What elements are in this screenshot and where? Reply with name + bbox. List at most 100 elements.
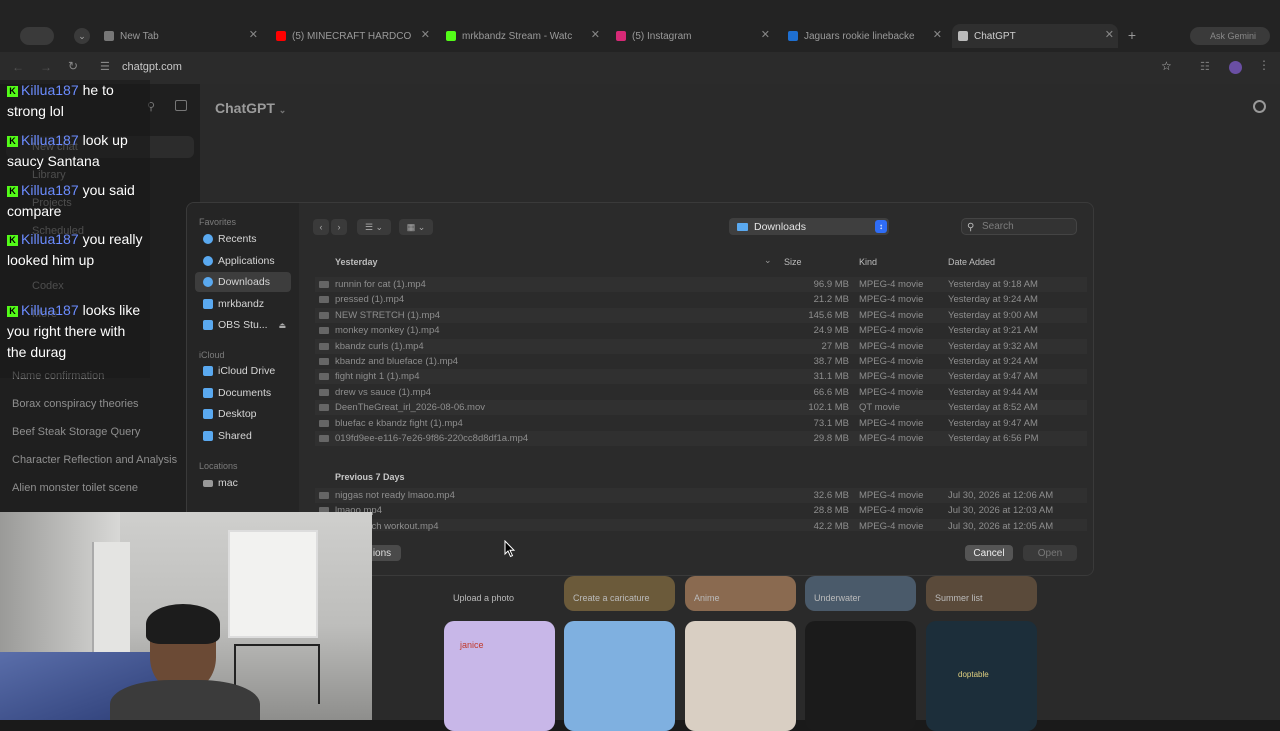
example-image-tile[interactable] (685, 621, 796, 731)
file-row[interactable]: monkey monkey (1).mp4 24.9 MB MPEG-4 movie… (315, 323, 1087, 338)
file-row[interactable]: bluefac e kbandz fight (1).mp4 73.1 MB MPE… (315, 416, 1087, 431)
chat-username[interactable]: Killua187 (21, 231, 79, 247)
tile-label[interactable]: Upload a photo (453, 593, 514, 603)
column-header-size[interactable]: Size (784, 257, 802, 267)
file-name: 019fd9ee-e116-7e26-9f86-220cc8d8df1a.mp4 (335, 433, 529, 444)
browser-tab[interactable]: ChatGPT ✕ (952, 24, 1118, 48)
chat-message: K Killua187 he to strong lol (7, 80, 147, 122)
forward-button[interactable]: › (331, 219, 347, 235)
grid-view-button[interactable]: ▦ ⌄ (399, 219, 433, 235)
sort-chevron-icon: ⌄ (764, 255, 772, 265)
column-header-kind[interactable]: Kind (859, 257, 877, 267)
tab-close-icon[interactable]: ✕ (591, 28, 600, 41)
bookmark-star-icon[interactable]: ☆ (1161, 59, 1172, 73)
url-field[interactable]: chatgpt.com (122, 61, 182, 73)
documents-icon (203, 387, 213, 398)
tile-label[interactable]: Create a caricature (573, 593, 650, 603)
tab-close-icon[interactable]: ✕ (421, 28, 430, 41)
sidebar-icloud-item[interactable]: Desktop (195, 404, 291, 424)
column-header-date[interactable]: Date Added (948, 257, 995, 267)
eject-icon[interactable]: ⏏ (279, 321, 287, 330)
tile-label[interactable]: Anime (694, 593, 720, 603)
sidebar-favorite-item[interactable]: mrkbandz (195, 294, 291, 314)
sidebar-favorite-item[interactable]: Applications (195, 251, 291, 271)
file-date: Yesterday at 9:32 AM (948, 340, 1038, 352)
tab-close-icon[interactable]: ✕ (1105, 28, 1114, 41)
sidebar-favorite-label: mrkbandz (218, 297, 265, 310)
file-size: 31.1 MB (813, 371, 849, 383)
sidebar-icloud-item[interactable]: Documents (195, 383, 291, 403)
chat-username[interactable]: Killua187 (21, 132, 79, 148)
back-button[interactable]: ‹ (313, 219, 329, 235)
cancel-button[interactable]: Cancel (965, 545, 1013, 561)
file-row[interactable]: DeenTheGreat_irl_2026-08-06.mov 102.1 MB Q… (315, 400, 1087, 416)
example-image-tile[interactable] (444, 621, 555, 731)
temporary-chat-icon[interactable] (1253, 100, 1266, 113)
browser-tab[interactable]: (5) MINECRAFT HARDCO ✕ (270, 24, 434, 48)
example-image-tile[interactable] (805, 621, 916, 731)
extensions-icon[interactable]: ☷ (1200, 60, 1210, 73)
file-row[interactable]: 019fd9ee-e116-7e26-9f86-220cc8d8df1a.mp4… (315, 431, 1087, 446)
open-button[interactable]: Open (1023, 545, 1077, 561)
page-title[interactable]: ChatGPT ⌄ (215, 100, 286, 116)
file-row[interactable]: kbandz curls (1).mp4 27 MB MPEG-4 movie Yes… (315, 338, 1087, 354)
file-row[interactable]: lmaoo.mp4 28.8 MB MPEG-4 movie Jul 30, 2026… (315, 503, 1087, 518)
back-arrow-icon[interactable]: ← (12, 60, 24, 74)
sidebar-item[interactable]: Alien monster toilet scene (12, 482, 138, 494)
chevron-down-icon: ⌄ (278, 105, 287, 115)
file-size: 73.1 MB (813, 417, 849, 429)
browser-tab[interactable]: (5) Instagram ✕ (610, 24, 774, 48)
file-row[interactable]: pressed (1).mp4 21.2 MB MPEG-4 movie Yester… (315, 292, 1087, 307)
chat-username[interactable]: Killua187 (21, 302, 79, 318)
file-name: monkey monkey (1).mp4 (335, 325, 440, 337)
sidebar-item[interactable]: Beef Steak Storage Query (12, 426, 140, 438)
sidebar-item[interactable]: Borax conspiracy theories (12, 398, 139, 410)
example-image-tile[interactable] (564, 621, 675, 731)
reload-icon[interactable]: ↻ (68, 59, 78, 73)
sidebar-icloud-item[interactable]: Shared (195, 426, 291, 446)
search-input[interactable]: ⚲ Search (961, 218, 1077, 235)
file-kind: MPEG-4 movie (859, 309, 924, 321)
sidebar-favorite-item[interactable]: Recents (195, 229, 291, 249)
sidebar-favorite-item[interactable]: Downloads (195, 272, 291, 293)
browser-tab[interactable]: mrkbandz Stream - Watc ✕ (440, 24, 604, 48)
file-row[interactable]: drew vs sauce (1).mp4 66.6 MB MPEG-4 movie… (315, 385, 1087, 400)
kick-badge-icon: K (7, 306, 18, 317)
menu-dots-icon[interactable]: ⋮ (1258, 58, 1270, 72)
sidebar-favorite-item[interactable]: OBS Stu... ⏏ (195, 315, 291, 335)
file-row[interactable]: runnin for cat (1).mp4 96.9 MB MPEG-4 movi… (315, 277, 1087, 292)
sidebar-icloud-label: Documents (218, 386, 272, 399)
file-row[interactable]: fight night 1 (1).mp4 31.1 MB MPEG-4 movie… (315, 369, 1087, 385)
chat-username[interactable]: Killua187 (21, 182, 79, 198)
new-tab-plus-icon[interactable]: + (1124, 27, 1140, 43)
sidebar-toggle-icon[interactable] (175, 100, 187, 111)
file-row[interactable]: kbandz and blueface (1).mp4 38.7 MB MPEG-4… (315, 354, 1087, 369)
column-header-name[interactable]: Yesterday (335, 257, 378, 267)
tile-text-doptable: doptable (958, 670, 989, 679)
file-name: fight night 1 (1).mp4 (335, 371, 420, 383)
tile-label[interactable]: Underwater (814, 593, 861, 603)
browser-tab[interactable]: Jaguars rookie linebacke ✕ (782, 24, 946, 48)
tab-list-chevron-icon[interactable]: ⌄ (74, 28, 90, 44)
tab-close-icon[interactable]: ✕ (933, 28, 942, 41)
chat-username[interactable]: Killua187 (21, 82, 79, 98)
gemini-button[interactable]: Ask Gemini (1190, 27, 1270, 45)
file-row[interactable]: niggas not ready lmaoo.mp4 32.6 MB MPEG-4 … (315, 488, 1087, 503)
tile-label[interactable]: Summer list (935, 593, 983, 603)
tab-favicon-icon (104, 31, 114, 41)
tab-search-button[interactable] (20, 27, 54, 45)
location-select[interactable]: Downloads ↕ (729, 218, 889, 235)
profile-avatar[interactable] (1229, 61, 1242, 74)
list-view-button[interactable]: ☰ ⌄ (357, 219, 391, 235)
file-date: Yesterday at 9:18 AM (948, 279, 1038, 290)
sidebar-location-item[interactable]: mac (195, 473, 291, 493)
site-settings-icon[interactable]: ☰ (100, 60, 110, 73)
tab-close-icon[interactable]: ✕ (761, 28, 770, 41)
file-row[interactable]: NEW STRETCH (1).mp4 145.6 MB MPEG-4 movie Y… (315, 307, 1087, 323)
tab-close-icon[interactable]: ✕ (249, 28, 258, 41)
sidebar-icloud-item[interactable]: iCloud Drive (195, 361, 291, 381)
forward-arrow-icon[interactable]: → (40, 60, 52, 74)
file-name: DeenTheGreat_irl_2026-08-06.mov (335, 402, 485, 414)
browser-tab[interactable]: New Tab ✕ (98, 24, 262, 48)
sidebar-item[interactable]: Character Reflection and Analysis (12, 454, 177, 466)
